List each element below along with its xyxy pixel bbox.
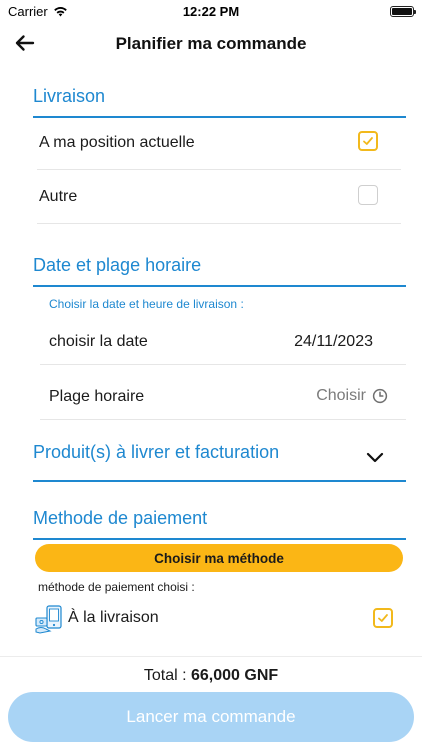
payment-method-label: À la livraison <box>68 609 159 626</box>
products-section-title[interactable]: Produit(s) à livrer et facturation <box>33 442 279 463</box>
delivery-option-other[interactable]: Autre <box>37 172 401 224</box>
products-expand-toggle[interactable] <box>364 450 386 466</box>
total-value: 66,000 GNF <box>190 667 279 684</box>
date-value: 24/11/2023 <box>294 333 373 350</box>
chevron-down-icon <box>366 452 384 463</box>
date-picker-row[interactable]: choisir la date 24/11/2023 <box>40 321 406 365</box>
delivery-option-label: Autre <box>39 188 78 205</box>
battery-icon <box>390 6 416 17</box>
delivery-option-current[interactable]: A ma position actuelle <box>37 118 401 170</box>
time-slot-label: Plage horaire <box>49 388 145 405</box>
delivery-other-checkbox[interactable] <box>358 185 378 205</box>
cash-on-delivery-icon <box>35 605 62 634</box>
payment-section-title: Methode de paiement <box>33 508 208 528</box>
status-bar: Carrier 12:22 PM <box>0 0 422 24</box>
page-title: Planifier ma commande <box>115 34 307 53</box>
payment-method-row[interactable]: À la livraison <box>34 602 398 634</box>
clock-icon <box>372 388 388 404</box>
delivery-option-label: A ma position actuelle <box>39 134 195 151</box>
chosen-method-hint: méthode de paiement choisi : <box>38 580 195 594</box>
delivery-section-title: Livraison <box>33 86 106 106</box>
products-divider <box>33 480 406 482</box>
schedule-divider <box>33 285 406 287</box>
time-slot-value: Choisir <box>316 387 366 404</box>
schedule-section-title: Date et plage horaire <box>33 255 202 275</box>
time-slot-choose[interactable]: Choisir <box>316 387 388 405</box>
nav-bar: Planifier ma commande <box>0 26 422 62</box>
payment-divider <box>33 538 406 540</box>
time-slot-row[interactable]: Plage horaire Choisir <box>40 376 406 420</box>
order-footer: Total : 66,000 GNF Lancer ma commande <box>0 656 422 750</box>
date-label: choisir la date <box>49 333 148 350</box>
status-time: 12:22 PM <box>182 4 240 19</box>
payment-method-checkbox[interactable] <box>373 608 393 628</box>
total-label: Total : <box>143 667 191 684</box>
delivery-current-checkbox[interactable] <box>358 131 378 151</box>
check-icon <box>378 614 388 622</box>
submit-order-button[interactable]: Lancer ma commande <box>8 692 414 742</box>
schedule-hint: Choisir la date et heure de livraison : <box>49 297 244 311</box>
check-icon <box>363 137 373 145</box>
order-total: Total : 66,000 GNF <box>0 667 422 685</box>
choose-method-button[interactable]: Choisir ma méthode <box>35 544 403 572</box>
